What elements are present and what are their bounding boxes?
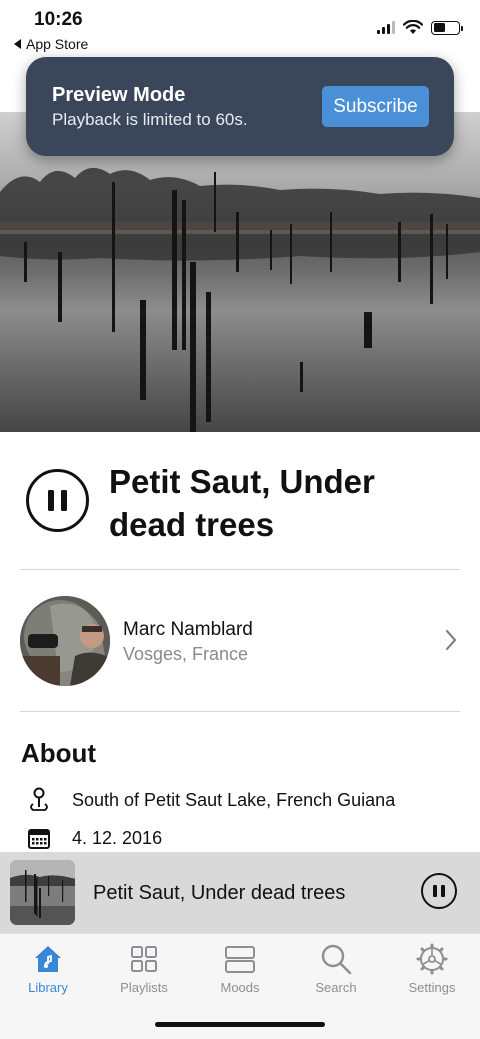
recording-location: South of Petit Saut Lake, French Guiana	[72, 789, 396, 810]
tab-label: Moods	[220, 980, 260, 995]
artist-location: Vosges, France	[123, 644, 249, 664]
back-triangle-icon	[14, 39, 21, 49]
location-row: South of Petit Saut Lake, French Guiana	[26, 787, 395, 813]
tab-label: Search	[315, 980, 357, 995]
artist-name: Marc Namblard	[123, 619, 253, 640]
track-title: Petit Saut, Under dead trees	[109, 463, 375, 543]
battery-icon	[431, 20, 463, 35]
home-indicator	[155, 1022, 325, 1027]
about-heading: About	[21, 738, 97, 768]
map-pin-icon	[30, 787, 48, 811]
tab-search[interactable]: Search	[288, 942, 384, 995]
artist-avatar	[20, 596, 110, 686]
preview-mode-title: Preview Mode	[52, 84, 186, 106]
search-icon	[321, 944, 352, 975]
grid-icon	[131, 946, 157, 972]
tab-settings[interactable]: Settings	[384, 942, 480, 995]
mini-player-pause-button[interactable]	[421, 873, 457, 909]
subscribe-button[interactable]: Subscribe	[322, 86, 429, 127]
pause-icon	[433, 885, 437, 897]
recording-date: 4. 12. 2016	[72, 827, 163, 848]
chevron-right-icon	[446, 630, 456, 650]
tab-label: Library	[28, 980, 68, 995]
cellular-signal-icon	[377, 21, 395, 34]
tab-playlists[interactable]: Playlists	[96, 942, 192, 995]
date-row: 4. 12. 2016	[26, 825, 162, 851]
calendar-icon	[28, 829, 50, 849]
pause-button[interactable]	[26, 469, 89, 532]
tab-moods[interactable]: Moods	[192, 942, 288, 995]
pause-icon-bar	[441, 885, 445, 897]
back-to-app-store[interactable]: App Store	[14, 36, 88, 52]
status-time: 10:26	[34, 9, 83, 30]
divider	[20, 569, 460, 570]
gear-icon	[416, 943, 448, 975]
status-icons	[377, 20, 463, 35]
preview-mode-banner: Preview Mode Playback is limited to 60s.…	[26, 57, 454, 156]
hero-image	[0, 112, 480, 432]
preview-mode-subtitle: Playback is limited to 60s.	[52, 110, 248, 129]
divider	[20, 711, 460, 712]
status-bar: 10:26 App Store	[0, 0, 480, 56]
pause-icon-bar	[61, 490, 67, 511]
house-icon	[35, 946, 61, 972]
mini-player-artwork	[10, 860, 75, 925]
tab-library[interactable]: Library	[0, 942, 96, 995]
mini-player-title: Petit Saut, Under dead trees	[93, 882, 346, 904]
mini-player[interactable]: Petit Saut, Under dead trees	[0, 852, 480, 933]
pause-icon	[48, 490, 54, 511]
back-app-label: App Store	[26, 36, 89, 52]
moods-icon	[225, 946, 255, 973]
tab-label: Playlists	[120, 980, 168, 995]
tab-label: Settings	[408, 980, 456, 995]
wifi-icon	[403, 20, 423, 34]
